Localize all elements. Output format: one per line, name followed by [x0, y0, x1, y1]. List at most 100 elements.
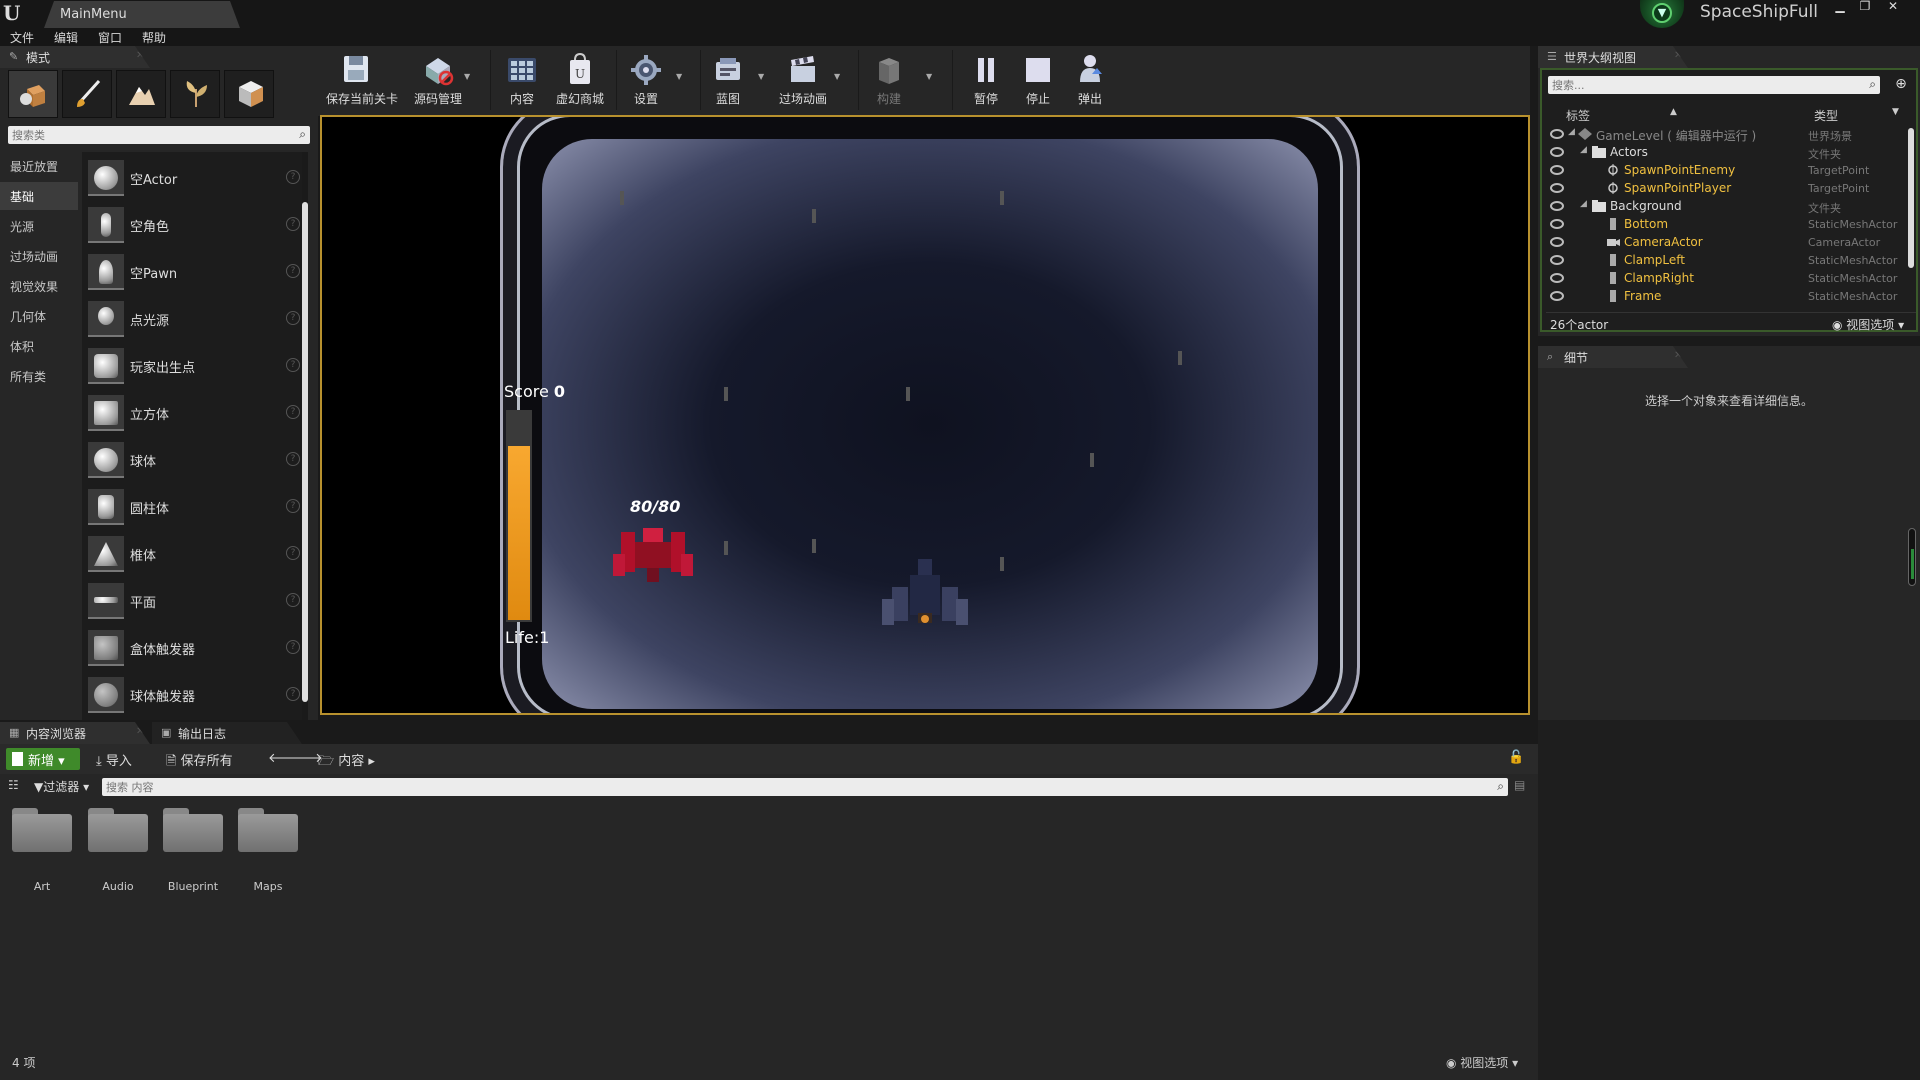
- marketplace-button[interactable]: U 虚幻商城: [552, 46, 608, 114]
- visibility-eye-icon[interactable]: [1550, 183, 1564, 193]
- outliner-view-options[interactable]: ◉ 视图选项 ▾: [1832, 316, 1904, 333]
- search-classes-input[interactable]: [8, 126, 288, 144]
- class-item-sphere-trigger[interactable]: 球体触发器 ?: [86, 673, 300, 717]
- category-volumes[interactable]: 体积: [0, 332, 78, 360]
- add-folder-icon[interactable]: ⊕: [1892, 76, 1910, 94]
- eject-button[interactable]: 弹出: [1070, 46, 1110, 114]
- category-recent[interactable]: 最近放置: [0, 152, 78, 180]
- save-level-button[interactable]: 保存当前关卡: [326, 46, 398, 114]
- visibility-eye-icon[interactable]: [1550, 273, 1564, 283]
- blueprints-dropdown-icon[interactable]: ▼: [758, 72, 764, 81]
- save-all-button[interactable]: 🗎 保存所有: [166, 750, 233, 774]
- content-search-input[interactable]: [102, 778, 1482, 796]
- class-item-point-light[interactable]: 点光源 ?: [86, 297, 300, 341]
- outliner-row[interactable]: Frame StaticMeshActor: [1546, 288, 1906, 306]
- path-breadcrumb[interactable]: 🗁 内容 ▸: [318, 750, 375, 774]
- class-list-scrollbar[interactable]: [302, 152, 308, 724]
- scrollbar-thumb[interactable]: [302, 202, 308, 702]
- source-control-button[interactable]: 源码管理: [410, 46, 466, 114]
- folder-maps[interactable]: Maps: [236, 804, 300, 904]
- close-icon[interactable]: ✕: [1674, 50, 1682, 61]
- build-button[interactable]: 构建: [866, 46, 912, 114]
- game-viewport[interactable]: Score 0 Life:1 80/80: [320, 115, 1530, 715]
- help-icon[interactable]: ?: [286, 546, 300, 560]
- outliner-search-field[interactable]: ⌕: [1548, 76, 1880, 94]
- outliner-row[interactable]: ◢ Background 文件夹: [1546, 198, 1906, 216]
- help-icon[interactable]: ?: [286, 405, 300, 419]
- menu-file[interactable]: 文件: [10, 29, 34, 46]
- menu-help[interactable]: 帮助: [142, 29, 166, 46]
- class-item-player-start[interactable]: 玩家出生点 ?: [86, 344, 300, 388]
- project-badge[interactable]: ▼: [1640, 0, 1684, 28]
- visibility-eye-icon[interactable]: [1550, 147, 1564, 157]
- close-button[interactable]: ✕: [1882, 0, 1904, 14]
- save-search-icon[interactable]: ▤: [1514, 778, 1525, 792]
- tab-modes[interactable]: ✎ 模式 ✕: [0, 46, 150, 68]
- outliner-scrollbar[interactable]: [1908, 128, 1914, 268]
- maximize-button[interactable]: ❐: [1854, 0, 1876, 14]
- panel-edge-handle[interactable]: [1908, 528, 1916, 586]
- add-new-button[interactable]: 新增 ▾: [6, 748, 80, 770]
- pause-button[interactable]: 暂停: [966, 46, 1006, 114]
- build-dropdown-icon[interactable]: ▼: [926, 72, 932, 81]
- visibility-eye-icon[interactable]: [1550, 201, 1564, 211]
- cinematics-button[interactable]: 过场动画: [774, 46, 832, 114]
- outliner-search-input[interactable]: [1548, 76, 1848, 94]
- import-button[interactable]: ⤓ 导入: [96, 750, 132, 769]
- help-icon[interactable]: ?: [286, 358, 300, 372]
- close-icon[interactable]: ✕: [136, 726, 144, 737]
- category-lights[interactable]: 光源: [0, 212, 78, 240]
- class-item-empty-pawn[interactable]: 空Pawn ?: [86, 250, 300, 294]
- paint-mode-button[interactable]: [62, 70, 112, 118]
- visibility-eye-icon[interactable]: [1550, 255, 1564, 265]
- class-item-box-trigger[interactable]: 盒体触发器 ?: [86, 626, 300, 670]
- help-icon[interactable]: ?: [286, 593, 300, 607]
- close-icon[interactable]: ✕: [136, 50, 144, 61]
- class-item-plane[interactable]: 平面 ?: [86, 579, 300, 623]
- category-geometry[interactable]: 几何体: [0, 302, 78, 330]
- class-item-empty-character[interactable]: 空角色 ?: [86, 203, 300, 247]
- category-all-classes[interactable]: 所有类: [0, 362, 78, 390]
- content-search-field[interactable]: ⌕: [102, 778, 1508, 796]
- class-item-empty-actor[interactable]: 空Actor ?: [86, 156, 300, 200]
- column-dropdown-icon[interactable]: ▼: [1892, 107, 1899, 117]
- visibility-eye-icon[interactable]: [1550, 165, 1564, 175]
- outliner-row[interactable]: ClampRight StaticMeshActor: [1546, 270, 1906, 288]
- minimize-button[interactable]: ▁: [1829, 0, 1851, 14]
- help-icon[interactable]: ?: [286, 311, 300, 325]
- help-icon[interactable]: ?: [286, 264, 300, 278]
- stop-button[interactable]: 停止: [1018, 46, 1058, 114]
- geometry-mode-button[interactable]: [224, 70, 274, 118]
- source-control-dropdown-icon[interactable]: ▼: [464, 72, 470, 81]
- help-icon[interactable]: ?: [286, 452, 300, 466]
- folder-blueprint[interactable]: Blueprint: [161, 804, 225, 904]
- folder-art[interactable]: Art: [10, 804, 74, 904]
- folder-audio[interactable]: Audio: [86, 804, 150, 904]
- place-mode-button[interactable]: [8, 70, 58, 118]
- expand-arrow-icon[interactable]: ◢: [1580, 199, 1587, 209]
- menu-edit[interactable]: 编辑: [54, 29, 78, 46]
- foliage-mode-button[interactable]: [170, 70, 220, 118]
- help-icon[interactable]: ?: [286, 499, 300, 513]
- tab-content-browser[interactable]: ▦ 内容浏览器 ✕: [0, 722, 150, 744]
- class-item-cone[interactable]: 椎体 ?: [86, 532, 300, 576]
- column-label[interactable]: 标签: [1566, 107, 1590, 124]
- class-item-cube[interactable]: 立方体 ?: [86, 391, 300, 435]
- class-item-cylinder[interactable]: 圆柱体 ?: [86, 485, 300, 529]
- help-icon[interactable]: ?: [286, 687, 300, 701]
- help-icon[interactable]: ?: [286, 217, 300, 231]
- close-icon[interactable]: ✕: [1674, 350, 1682, 361]
- sources-toggle-icon[interactable]: ☷: [8, 778, 19, 792]
- expand-arrow-icon[interactable]: ◢: [1580, 145, 1587, 155]
- category-visual-effects[interactable]: 视觉效果: [0, 272, 78, 300]
- help-icon[interactable]: ?: [286, 640, 300, 654]
- category-cinematic[interactable]: 过场动画: [0, 242, 78, 270]
- outliner-row[interactable]: CameraActor CameraActor: [1546, 234, 1906, 252]
- visibility-eye-icon[interactable]: [1550, 219, 1564, 229]
- tab-details[interactable]: ⌕ 细节 ✕: [1538, 346, 1688, 368]
- filter-button[interactable]: ▼过滤器 ▾: [34, 778, 89, 795]
- outliner-row[interactable]: ◢ Actors 文件夹: [1546, 144, 1906, 162]
- landscape-mode-button[interactable]: [116, 70, 166, 118]
- visibility-eye-icon[interactable]: [1550, 237, 1564, 247]
- outliner-row[interactable]: ClampLeft StaticMeshActor: [1546, 252, 1906, 270]
